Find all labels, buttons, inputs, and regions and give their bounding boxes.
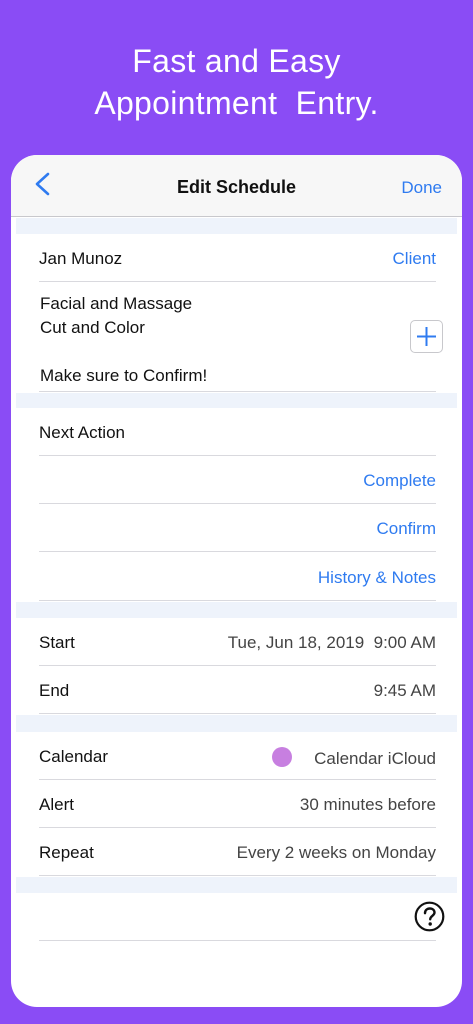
alert-value: 30 minutes before — [299, 795, 436, 814]
complete-row[interactable]: Complete — [39, 456, 436, 504]
notes-line-2: Cut and Color — [40, 318, 145, 337]
client-row[interactable]: Jan Munoz Client — [39, 234, 436, 282]
section-separator — [16, 218, 457, 234]
repeat-value: Every 2 weeks on Monday — [236, 843, 436, 862]
section-separator — [16, 602, 457, 618]
end-label: End — [39, 681, 70, 700]
repeat-label: Repeat — [39, 843, 94, 862]
alert-label: Alert — [39, 795, 74, 814]
notes-line-3: Make sure to Confirm! — [40, 366, 208, 385]
calendar-label: Calendar — [39, 747, 108, 766]
add-note-button[interactable] — [410, 320, 443, 353]
section-separator — [16, 715, 457, 732]
promo-headline: Fast and Easy Appointment Entry. — [0, 40, 473, 124]
page-title: Edit Schedule — [176, 177, 297, 197]
help-button[interactable] — [414, 901, 445, 932]
start-label: Start — [39, 633, 75, 652]
notes-field[interactable]: Facial and Massage Cut and Color Make su… — [39, 282, 436, 392]
help-row — [39, 893, 436, 941]
calendar-color-dot — [272, 747, 293, 767]
done-button[interactable]: Done — [401, 178, 442, 198]
next-action-label: Next Action — [39, 423, 125, 442]
confirm-row[interactable]: Confirm — [39, 504, 436, 552]
section-separator — [16, 393, 457, 408]
calendar-row[interactable]: Calendar Calendar iCloud — [39, 732, 436, 780]
complete-button[interactable]: Complete — [363, 471, 436, 491]
confirm-button[interactable]: Confirm — [376, 519, 436, 539]
client-name: Jan Munoz — [39, 249, 123, 268]
repeat-row[interactable]: Repeat Every 2 weeks on Monday — [39, 828, 436, 876]
client-button[interactable]: Client — [393, 249, 436, 269]
app-screen: Edit Schedule Done Jan Munoz Client Faci… — [11, 155, 462, 1007]
notes-line-1: Facial and Massage — [40, 294, 193, 313]
question-circle-icon — [414, 901, 445, 932]
promo-line-2: Appointment Entry. — [94, 85, 379, 121]
start-value: Tue, Jun 18, 2019 9:00 AM — [227, 633, 436, 652]
end-value: 9:45 AM — [373, 681, 436, 700]
history-row[interactable]: History & Notes — [39, 553, 436, 601]
end-row[interactable]: End 9:45 AM — [39, 666, 436, 714]
plus-icon — [417, 327, 436, 346]
next-action-header: Next Action — [39, 408, 436, 456]
history-notes-button[interactable]: History & Notes — [318, 568, 436, 588]
navigation-bar: Edit Schedule Done — [11, 155, 462, 217]
start-row[interactable]: Start Tue, Jun 18, 2019 9:00 AM — [39, 618, 436, 666]
section-separator — [16, 877, 457, 893]
calendar-value: Calendar iCloud — [314, 749, 436, 768]
promo-line-1: Fast and Easy — [132, 43, 341, 79]
alert-row[interactable]: Alert 30 minutes before — [39, 780, 436, 828]
